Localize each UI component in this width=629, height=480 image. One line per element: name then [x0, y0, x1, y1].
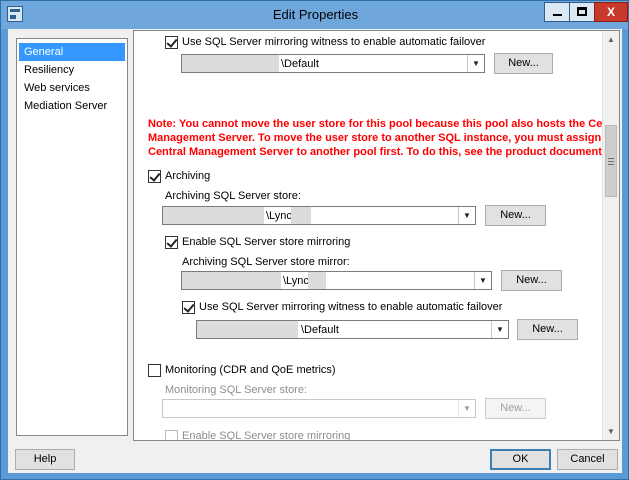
redacted-server-name: [182, 55, 279, 72]
user-store-witness-combo[interactable]: \Default ▼: [181, 54, 485, 73]
minimize-icon: [552, 14, 562, 16]
archiving-witness-checkbox[interactable]: [182, 301, 195, 314]
archiving-witness-new-button[interactable]: New...: [517, 319, 578, 340]
window-title: Edit Properties: [272, 7, 359, 22]
user-store-witness-checkbox[interactable]: [165, 36, 178, 49]
monitoring-label: Monitoring (CDR and QoE metrics): [165, 364, 336, 376]
archiving-witness-value: \Default: [301, 324, 339, 336]
monitoring-store-combo[interactable]: ▼: [162, 399, 476, 418]
redacted-server-name: [182, 272, 281, 289]
monitoring-mirroring-label: Enable SQL Server store mirroring: [182, 430, 351, 441]
archiving-store-combo[interactable]: \Lync ▼: [162, 206, 476, 225]
chevron-down-icon[interactable]: ▼: [467, 55, 484, 72]
maximize-icon: [577, 7, 587, 16]
note-line-3: Central Management Server to another poo…: [148, 146, 620, 158]
archiving-witness-combo[interactable]: \Default ▼: [196, 320, 509, 339]
monitoring-store-label: Monitoring SQL Server store:: [165, 384, 308, 396]
scroll-up-icon[interactable]: ▲: [603, 31, 619, 48]
archiving-mirror-new-button[interactable]: New...: [501, 270, 562, 291]
scroll-down-icon[interactable]: ▼: [603, 423, 619, 440]
cancel-button[interactable]: Cancel: [557, 449, 618, 470]
archiving-mirror-value: \Lync: [283, 275, 309, 287]
title-bar[interactable]: Edit Properties X: [1, 1, 628, 29]
redacted-server-name: [197, 321, 298, 338]
monitoring-checkbox[interactable]: [148, 364, 161, 377]
chevron-down-icon[interactable]: ▼: [474, 272, 491, 289]
dialog-client-area: General Resiliency Web services Mediatio…: [8, 29, 622, 473]
redacted-instance-name: [308, 272, 326, 289]
close-button[interactable]: X: [594, 2, 628, 22]
chevron-down-icon[interactable]: ▼: [458, 207, 475, 224]
user-store-witness-value: \Default: [281, 58, 319, 70]
redacted-server-name: [163, 207, 264, 224]
close-icon: X: [606, 5, 615, 19]
central-management-note: Note: You cannot move the user store for…: [148, 117, 620, 159]
archiving-store-label: Archiving SQL Server store:: [165, 190, 301, 202]
nav-item-general[interactable]: General: [19, 43, 125, 61]
maximize-button[interactable]: [569, 2, 595, 22]
nav-item-web-services[interactable]: Web services: [19, 79, 125, 97]
chevron-down-icon[interactable]: ▼: [458, 400, 475, 417]
archiving-mirror-combo[interactable]: \Lync ▼: [181, 271, 492, 290]
monitoring-mirroring-checkbox[interactable]: [165, 430, 178, 440]
ok-button[interactable]: OK: [490, 449, 551, 470]
archiving-store-value: \Lync: [266, 210, 292, 222]
properties-panel: Use SQL Server mirroring witness to enab…: [133, 30, 620, 441]
archiving-label: Archiving: [165, 170, 211, 182]
monitoring-store-new-button[interactable]: New...: [485, 398, 546, 419]
archiving-witness-label: Use SQL Server mirroring witness to enab…: [199, 301, 503, 313]
navigation-list: General Resiliency Web services Mediatio…: [16, 38, 128, 436]
note-line-2: Management Server. To move the user stor…: [148, 132, 620, 144]
note-line-1: Note: You cannot move the user store for…: [148, 118, 620, 130]
archiving-mirroring-checkbox[interactable]: [165, 236, 178, 249]
minimize-button[interactable]: [544, 2, 570, 22]
nav-item-mediation-server[interactable]: Mediation Server: [19, 97, 125, 115]
archiving-store-new-button[interactable]: New...: [485, 205, 546, 226]
help-button[interactable]: Help: [15, 449, 75, 470]
archiving-checkbox[interactable]: [148, 170, 161, 183]
archiving-mirroring-label: Enable SQL Server store mirroring: [182, 236, 351, 248]
nav-item-resiliency[interactable]: Resiliency: [19, 61, 125, 79]
panel-scrollbar[interactable]: ▲ ▼: [602, 31, 619, 440]
grip-icon: [608, 158, 614, 165]
archiving-mirror-label: Archiving SQL Server store mirror:: [182, 256, 350, 268]
user-store-witness-label: Use SQL Server mirroring witness to enab…: [182, 36, 486, 48]
user-store-witness-new-button[interactable]: New...: [494, 53, 553, 74]
edit-properties-window: Edit Properties X General Resiliency Web…: [0, 0, 629, 480]
chevron-down-icon[interactable]: ▼: [491, 321, 508, 338]
redacted-instance-name: [291, 207, 311, 224]
scrollbar-thumb[interactable]: [605, 125, 617, 197]
